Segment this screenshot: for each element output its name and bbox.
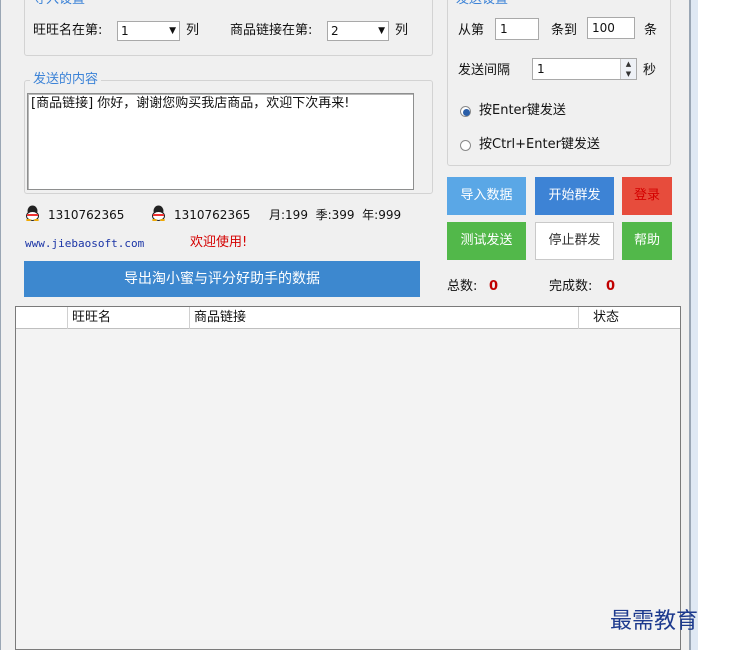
message-textarea[interactable]: [商品链接] 你好，谢谢您购买我店商品，欢迎下次再来!	[27, 93, 414, 190]
export-data-button[interactable]: 导出淘小蜜与评分好助手的数据	[24, 261, 420, 297]
window-frame-right	[690, 0, 698, 650]
col-suffix-2: 列	[395, 23, 409, 38]
to-input[interactable]: 100	[587, 17, 635, 39]
total-value: 0	[489, 279, 499, 294]
link-col-select[interactable]: 2 ▼	[327, 21, 389, 41]
done-value: 0	[606, 279, 616, 294]
unit-label: 条	[644, 23, 658, 38]
qq-penguin-icon	[152, 205, 165, 221]
link-col-label: 商品链接在第:	[230, 23, 313, 38]
total-label: 总数:	[447, 279, 478, 294]
help-button[interactable]: 帮助	[622, 222, 672, 260]
radio-enter[interactable]	[460, 106, 471, 117]
wangwang-col-value: 1	[121, 24, 129, 38]
chevron-down-icon: ▼	[169, 26, 176, 36]
done-label: 完成数:	[549, 279, 593, 294]
wangwang-col-select[interactable]: 1 ▼	[117, 21, 180, 41]
content-legend: 发送的内容	[30, 72, 102, 88]
col-suffix-1: 列	[186, 23, 200, 38]
interval-value: 1	[537, 62, 545, 76]
chevron-down-icon: ▼	[378, 26, 385, 36]
column-header-status[interactable]: 状态	[579, 307, 680, 329]
import-data-button[interactable]: 导入数据	[447, 177, 526, 215]
send-settings-legend: 发送设置	[453, 0, 512, 8]
radio-enter-label[interactable]: 按Enter键发送	[479, 102, 566, 120]
data-table[interactable]: 旺旺名 商品链接 状态	[15, 306, 681, 650]
wangwang-col-label: 旺旺名在第:	[33, 23, 103, 38]
login-button[interactable]: 登录	[622, 177, 672, 215]
stop-send-button[interactable]: 停止群发	[535, 222, 614, 260]
column-header-index[interactable]	[16, 307, 68, 329]
spinner-buttons[interactable]: ▲ ▼	[620, 59, 636, 79]
website-link[interactable]: www.jiebaosoft.com	[25, 235, 144, 253]
spin-down-icon[interactable]: ▼	[621, 69, 636, 79]
start-send-button[interactable]: 开始群发	[535, 177, 614, 215]
table-header: 旺旺名 商品链接 状态	[16, 307, 680, 329]
from-input[interactable]: 1	[495, 18, 539, 40]
spin-up-icon[interactable]: ▲	[621, 59, 636, 69]
interval-unit: 秒	[643, 63, 657, 78]
radio-ctrl-enter-label[interactable]: 按Ctrl+Enter键发送	[479, 136, 600, 154]
radio-ctrl-enter[interactable]	[460, 140, 471, 151]
welcome-text: 欢迎使用!	[190, 235, 248, 250]
column-header-link[interactable]: 商品链接	[190, 307, 579, 329]
column-header-wangwang[interactable]: 旺旺名	[68, 307, 190, 329]
import-settings-legend: 导入设置	[30, 0, 89, 8]
from-label: 从第	[458, 23, 485, 38]
interval-label: 发送间隔	[458, 63, 511, 78]
qq-number-1: 1310762365	[48, 208, 125, 222]
watermark: 最需教育	[610, 609, 699, 634]
to-label: 条到	[551, 23, 578, 38]
link-col-value: 2	[331, 24, 339, 38]
test-send-button[interactable]: 测试发送	[447, 222, 526, 260]
interval-spinner[interactable]: 1 ▲ ▼	[532, 58, 637, 80]
qq-penguin-icon	[26, 205, 39, 221]
qq-number-2: 1310762365	[174, 208, 251, 222]
price-text: 月:199 季:399 年:999	[269, 208, 402, 222]
